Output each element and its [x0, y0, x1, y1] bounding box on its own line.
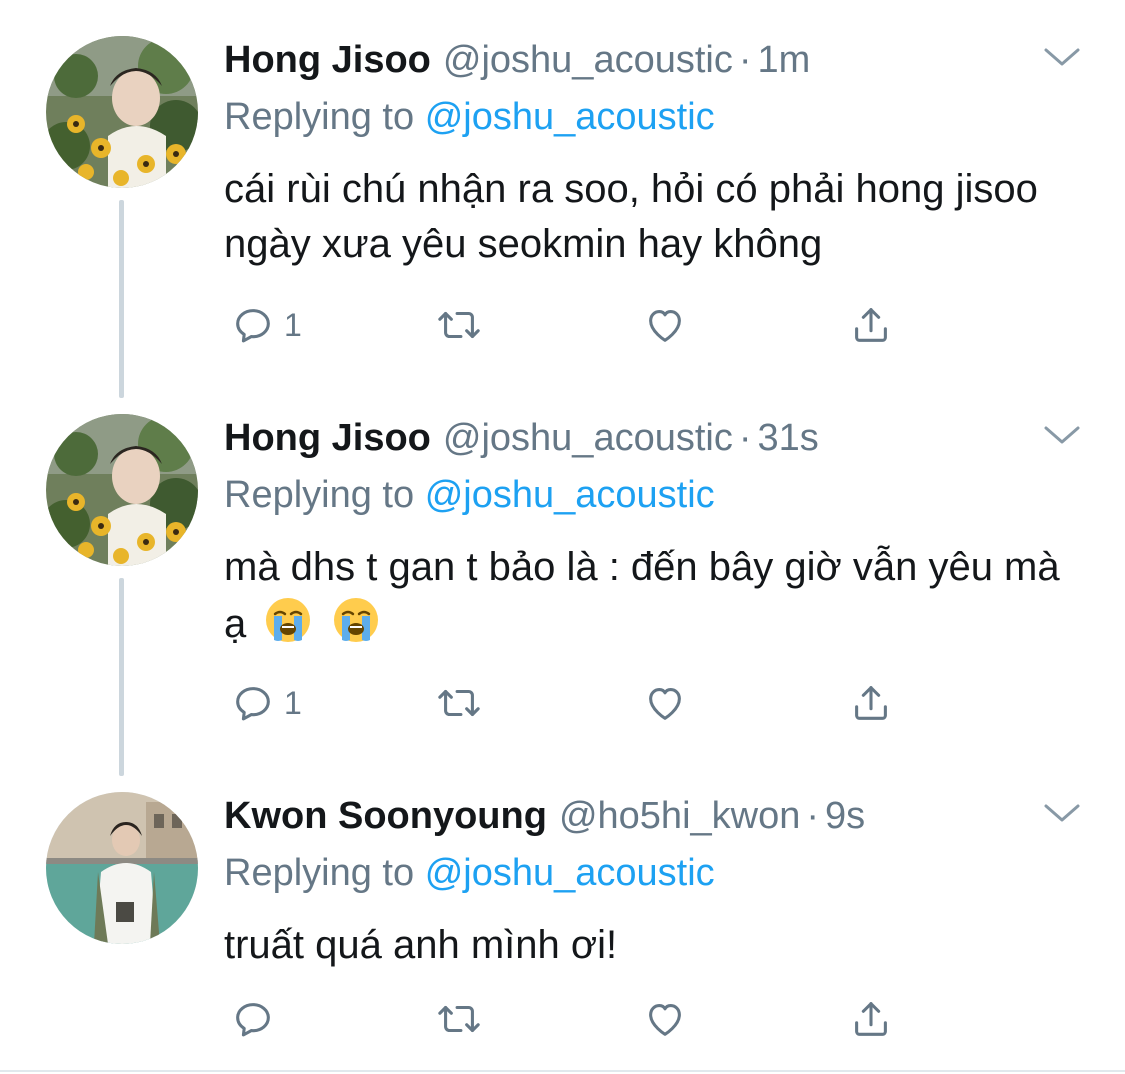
avatar[interactable]: [46, 414, 198, 566]
replying-to: Replying to @joshu_acoustic: [224, 92, 715, 142]
retweet-icon: [436, 996, 482, 1042]
replying-to: Replying to @joshu_acoustic: [224, 848, 715, 898]
reply-count: 1: [284, 306, 302, 343]
replying-to: Replying to @joshu_acoustic: [224, 470, 715, 520]
timestamp[interactable]: 31s: [758, 413, 819, 463]
avatar[interactable]: [46, 36, 198, 188]
chevron-down-icon[interactable]: [1040, 420, 1084, 450]
reply-button[interactable]: 1: [230, 300, 302, 350]
avatar[interactable]: [46, 792, 198, 944]
retweet-button[interactable]: [436, 994, 482, 1044]
separator: ·: [806, 795, 820, 837]
mention-link[interactable]: @joshu_acoustic: [425, 852, 715, 894]
share-icon: [848, 302, 894, 348]
like-button[interactable]: [642, 994, 688, 1044]
retweet-icon: [436, 680, 482, 726]
user-handle[interactable]: @joshu_acoustic: [443, 413, 733, 463]
tweet-text: mà dhs t gan t bảo là : đến bây giờ vẫn …: [224, 540, 1084, 652]
retweet-button[interactable]: [436, 300, 482, 350]
loudly-crying-face-emoji: [263, 595, 313, 645]
user-handle[interactable]: @ho5hi_kwon: [559, 791, 800, 841]
mention-link[interactable]: @joshu_acoustic: [425, 96, 715, 138]
share-button[interactable]: [848, 994, 894, 1044]
reply-icon: [230, 996, 276, 1042]
reply-icon: [230, 302, 276, 348]
tweet-header: Hong Jisoo @joshu_acoustic · 1m: [224, 35, 810, 85]
share-icon: [848, 680, 894, 726]
like-icon: [642, 996, 688, 1042]
reply-count: 1: [284, 684, 302, 721]
display-name[interactable]: Hong Jisoo: [224, 35, 431, 85]
replying-to-label: Replying to: [224, 852, 415, 894]
timestamp[interactable]: 1m: [758, 35, 811, 85]
tweet-text: cái rùi chú nhận ra soo, hỏi có phải hon…: [224, 167, 1038, 266]
tweet-text: truất quá anh mình ơi!: [224, 923, 618, 967]
reply-button[interactable]: [230, 994, 284, 1044]
divider: [0, 1070, 1125, 1072]
reply-icon: [230, 680, 276, 726]
timestamp[interactable]: 9s: [825, 791, 865, 841]
chevron-down-icon[interactable]: [1040, 42, 1084, 72]
retweet-button[interactable]: [436, 678, 482, 728]
replying-to-label: Replying to: [224, 474, 415, 516]
replying-to-label: Replying to: [224, 96, 415, 138]
action-bar: 1: [224, 678, 924, 728]
user-handle[interactable]: @joshu_acoustic: [443, 35, 733, 85]
action-bar: 1: [224, 300, 924, 350]
share-button[interactable]: [848, 678, 894, 728]
loudly-crying-face-emoji: [331, 595, 381, 645]
mention-link[interactable]: @joshu_acoustic: [425, 474, 715, 516]
like-button[interactable]: [642, 678, 688, 728]
reply-button[interactable]: 1: [230, 678, 302, 728]
share-icon: [848, 996, 894, 1042]
tweet-header: Kwon Soonyoung @ho5hi_kwon · 9s: [224, 791, 865, 841]
retweet-icon: [436, 302, 482, 348]
like-button[interactable]: [642, 300, 688, 350]
thread-line: [119, 578, 124, 776]
action-bar: [224, 994, 924, 1044]
display-name[interactable]: Hong Jisoo: [224, 413, 431, 463]
share-button[interactable]: [848, 300, 894, 350]
like-icon: [642, 302, 688, 348]
separator: ·: [738, 417, 752, 459]
like-icon: [642, 680, 688, 726]
tweet-header: Hong Jisoo @joshu_acoustic · 31s: [224, 413, 819, 463]
display-name[interactable]: Kwon Soonyoung: [224, 791, 547, 841]
chevron-down-icon[interactable]: [1040, 798, 1084, 828]
thread-line: [119, 200, 124, 398]
separator: ·: [738, 39, 752, 81]
